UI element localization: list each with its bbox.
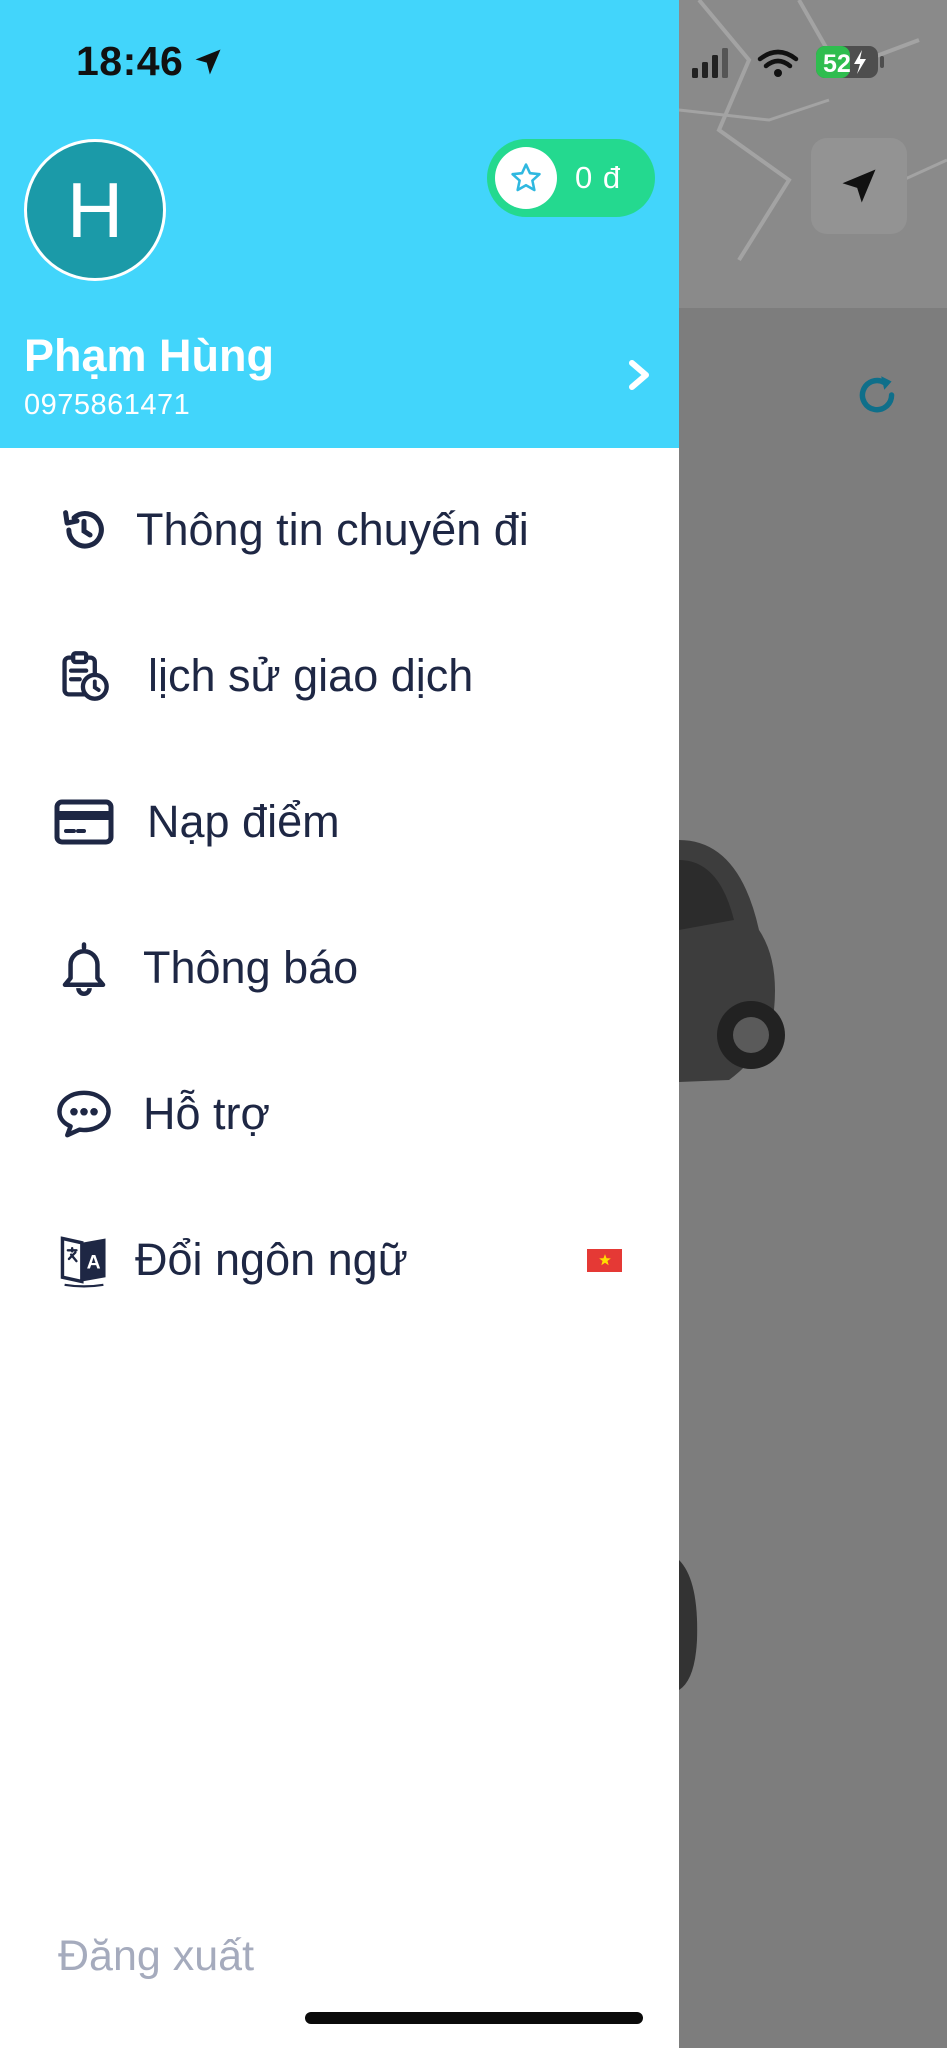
user-phone: 0975861471 bbox=[24, 389, 191, 421]
menu-item-label: Đổi ngôn ngữ bbox=[135, 1234, 408, 1285]
profile-header[interactable]: 18:46 H 0 đ Phạm Hùng 0975861471 bbox=[0, 0, 679, 448]
menu-item-transaction-history[interactable]: lịch sử giao dịch bbox=[0, 606, 679, 746]
menu-item-change-language[interactable]: A Đổi ngôn ngữ bbox=[0, 1190, 679, 1330]
logout-button[interactable]: Đăng xuất bbox=[58, 1932, 254, 1981]
svg-text:A: A bbox=[87, 1252, 101, 1274]
bottom-sheet bbox=[679, 308, 947, 2048]
menu-item-label: lịch sử giao dịch bbox=[148, 650, 474, 701]
car-image bbox=[679, 840, 785, 1082]
svg-text:52: 52 bbox=[823, 50, 851, 78]
menu-item-label: Thông báo bbox=[143, 942, 359, 993]
history-icon bbox=[52, 498, 116, 562]
avatar[interactable]: H bbox=[24, 139, 166, 281]
translate-icon: A bbox=[52, 1228, 116, 1292]
navigation-arrow-icon bbox=[842, 169, 876, 203]
status-time: 18:46 bbox=[76, 38, 223, 85]
menu-item-label: Nạp điểm bbox=[147, 796, 340, 847]
home-indicator[interactable] bbox=[305, 2012, 643, 2024]
bell-icon bbox=[52, 936, 116, 1000]
side-drawer: 18:46 H 0 đ Phạm Hùng 0975861471 Thông t… bbox=[0, 0, 679, 2048]
chat-bubble-icon bbox=[52, 1082, 116, 1146]
chevron-right-icon[interactable] bbox=[624, 355, 654, 395]
locate-me-button[interactable] bbox=[811, 138, 907, 234]
star-icon bbox=[495, 147, 557, 209]
avatar-initial: H bbox=[66, 165, 124, 254]
points-badge[interactable]: 0 đ bbox=[487, 139, 655, 217]
menu-item-support[interactable]: Hỗ trợ bbox=[0, 1044, 679, 1184]
menu-item-label: Thông tin chuyến đi bbox=[136, 504, 529, 555]
user-name: Phạm Hùng bbox=[24, 330, 275, 381]
location-arrow-icon bbox=[195, 49, 221, 74]
menu-item-label: Hỗ trợ bbox=[143, 1088, 271, 1139]
menu-item-trip-info[interactable]: Thông tin chuyến đi bbox=[0, 460, 679, 600]
refresh-icon[interactable] bbox=[852, 370, 902, 420]
credit-card-icon bbox=[52, 790, 116, 854]
points-value: 0 đ bbox=[575, 160, 622, 195]
menu-item-top-up[interactable]: Nạp điểm bbox=[0, 752, 679, 892]
vietnam-flag-icon bbox=[587, 1248, 622, 1272]
menu-item-notifications[interactable]: Thông báo bbox=[0, 898, 679, 1038]
clipboard-clock-icon bbox=[52, 644, 116, 708]
car-image-2 bbox=[679, 1560, 698, 1690]
clock-text: 18:46 bbox=[76, 38, 184, 84]
status-icons: 52 bbox=[692, 46, 884, 78]
